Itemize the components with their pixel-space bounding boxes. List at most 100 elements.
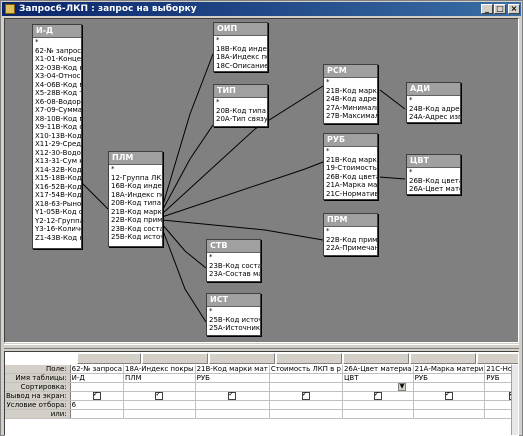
grid-or-cell[interactable] <box>413 409 486 419</box>
grid-table-cell[interactable]: ЦВТ <box>342 373 414 383</box>
column-selector[interactable] <box>276 353 342 364</box>
field-item[interactable]: Х9-11В-Код орга <box>33 123 81 132</box>
field-item[interactable]: Х5-28В-Код твер <box>33 89 81 98</box>
field-item[interactable]: 16В-Код индекс <box>109 182 162 191</box>
field-item[interactable]: 24В-Код адреса <box>324 95 377 104</box>
field-item[interactable]: 23В-Код состав <box>207 262 260 271</box>
field-item[interactable]: Х13-31-Сум конц <box>33 157 81 166</box>
grid-field-cell[interactable]: 21А-Марка матери <box>413 365 486 374</box>
field-item[interactable]: 18С-Описание и <box>214 62 267 71</box>
field-item[interactable]: * <box>324 147 377 156</box>
field-item[interactable]: Х3-04-Относите. <box>33 72 81 81</box>
table-box-prm[interactable]: ПРМ*22В-Код примеч22А-Примечание <box>323 213 378 256</box>
grid-show-cell[interactable] <box>195 391 270 401</box>
show-checkbox[interactable] <box>155 392 164 400</box>
minimize-button[interactable]: _ <box>481 4 493 14</box>
table-title-plm[interactable]: ПЛМ <box>109 152 162 165</box>
field-item[interactable]: 19-Стоимость ма <box>324 164 377 173</box>
grid-table-cell[interactable]: И-Д <box>70 373 125 383</box>
grid-sort-cell[interactable] <box>195 382 270 392</box>
field-item[interactable]: 25В-Код источни <box>109 233 162 242</box>
field-item[interactable]: 21В-Код марки м <box>324 156 377 165</box>
grid-field-cell[interactable]: 26А-Цвет материа <box>342 365 414 374</box>
table-title-rsm[interactable]: РСМ <box>324 65 377 78</box>
table-title-oip[interactable]: ОИП <box>214 23 267 36</box>
grid-field-cell[interactable]: 62-№ запроса <box>70 365 125 374</box>
table-box-plm[interactable]: ПЛМ*12-Группа ЛКМ16В-Код индекс18А-Индек… <box>108 151 163 247</box>
grid-or-cell[interactable] <box>70 409 125 419</box>
field-item[interactable]: Х11-29-Средняя <box>33 140 81 149</box>
field-item[interactable]: 22В-Код примеч <box>324 236 377 245</box>
field-item[interactable]: Х17-54В-Код уст <box>33 191 81 200</box>
column-selector[interactable] <box>209 353 275 364</box>
grid-sort-cell[interactable] <box>70 382 125 392</box>
grid-criteria-cell[interactable] <box>123 400 196 410</box>
field-item[interactable]: * <box>407 96 460 105</box>
field-item[interactable]: * <box>214 98 267 107</box>
show-checkbox[interactable] <box>228 392 237 400</box>
close-button[interactable]: × <box>508 4 520 14</box>
maximize-button[interactable]: □ <box>494 4 506 14</box>
grid-show-cell[interactable] <box>123 391 196 401</box>
field-item[interactable]: 18В-Код индекс <box>214 45 267 54</box>
table-title-rub[interactable]: РУБ <box>324 134 377 147</box>
field-item[interactable]: 62-№ запроса <box>33 47 81 56</box>
grid-or-cell[interactable] <box>342 409 414 419</box>
table-box-rub[interactable]: РУБ*21В-Код марки м19-Стоимость ма26В-Ко… <box>323 133 378 200</box>
grid-criteria-cell[interactable] <box>342 400 414 410</box>
table-title-stv[interactable]: СТВ <box>207 240 260 253</box>
field-item[interactable]: * <box>207 253 260 262</box>
table-box-tip[interactable]: ТИП*20В-Код типа св20А-Тип связую <box>213 84 268 127</box>
table-title-ist[interactable]: ИСТ <box>207 294 260 307</box>
field-item[interactable]: Y3-16-Количеств <box>33 225 81 234</box>
field-item[interactable]: * <box>407 168 460 177</box>
table-diagram-pane[interactable]: И-Д*62-№ запросаХ1-01-КонцентраХ2-03В-Ко… <box>4 18 519 343</box>
field-item[interactable]: 22А-Примечание <box>324 244 377 253</box>
field-item[interactable]: 25В-Код источн <box>207 316 260 325</box>
field-item[interactable]: Х15-18В-Код низ <box>33 174 81 183</box>
grid-or-cell[interactable] <box>269 409 343 419</box>
field-item[interactable]: Х14-32В-Код нес <box>33 166 81 175</box>
grid-vertical-scrollbar[interactable] <box>511 365 518 435</box>
table-title-adi[interactable]: АДИ <box>407 83 460 96</box>
field-item[interactable]: 12-Группа ЛКМ <box>109 174 162 183</box>
grid-field-cell[interactable]: Стоимость ЛКП в р <box>269 365 343 374</box>
table-box-cvt[interactable]: ЦВТ*26В-Код цвета м26А-Цвет матер <box>406 154 461 195</box>
field-item[interactable]: * <box>33 38 81 47</box>
field-item[interactable]: Y2-12-Группа ЛК <box>33 217 81 226</box>
field-item[interactable]: 20В-Код типа св <box>109 199 162 208</box>
table-box-adi[interactable]: АДИ*24В-Код адреса24А-Адрес изгот <box>406 82 461 123</box>
column-selector[interactable] <box>477 353 518 364</box>
field-item[interactable]: 25А-Источник из <box>207 324 260 333</box>
grid-sort-cell[interactable] <box>123 382 196 392</box>
grid-sort-cell[interactable] <box>413 382 486 392</box>
grid-table-cell[interactable]: ПЛМ <box>123 373 196 383</box>
table-box-stv[interactable]: СТВ*23В-Код состав23А-Состав мате <box>206 239 261 282</box>
field-item[interactable]: 21В-Код марки м <box>324 87 377 96</box>
show-checkbox[interactable] <box>92 392 101 400</box>
field-item[interactable]: 24В-Код адреса <box>407 105 460 114</box>
grid-or-cell[interactable] <box>123 409 196 419</box>
column-selector[interactable] <box>343 353 409 364</box>
table-title-tip[interactable]: ТИП <box>214 85 267 98</box>
column-selector[interactable] <box>410 353 476 364</box>
grid-table-cell[interactable]: РУБ <box>195 373 270 383</box>
field-item[interactable]: 23В-Код состав <box>109 225 162 234</box>
table-title-i-d[interactable]: И-Д <box>33 25 81 38</box>
column-selector[interactable] <box>77 353 141 364</box>
field-item[interactable]: 21С-Нормативн <box>324 190 377 199</box>
query-design-grid[interactable]: Поле: 62-№ запроса 18А-Индекс покры 21В-Код… <box>4 351 519 436</box>
field-item[interactable]: Х7-09-Суммарн <box>33 106 81 115</box>
field-item[interactable]: * <box>324 227 377 236</box>
field-item[interactable]: 27А-Минимальн <box>324 104 377 113</box>
show-checkbox[interactable] <box>373 392 382 400</box>
grid-show-cell[interactable] <box>413 391 486 401</box>
field-item[interactable]: Х2-03В-Код наим <box>33 64 81 73</box>
field-item[interactable]: Х18-63-Рыночн <box>33 200 81 209</box>
table-title-cvt[interactable]: ЦВТ <box>407 155 460 168</box>
field-item[interactable]: 20А-Тип связую <box>214 115 267 124</box>
title-bar[interactable]: Запрос6-ЛКП : запрос на выборку _ □ × <box>2 2 521 16</box>
grid-show-cell[interactable] <box>70 391 125 401</box>
field-item[interactable]: 23А-Состав мате <box>207 270 260 279</box>
field-item[interactable]: Х12-30-Водород <box>33 149 81 158</box>
